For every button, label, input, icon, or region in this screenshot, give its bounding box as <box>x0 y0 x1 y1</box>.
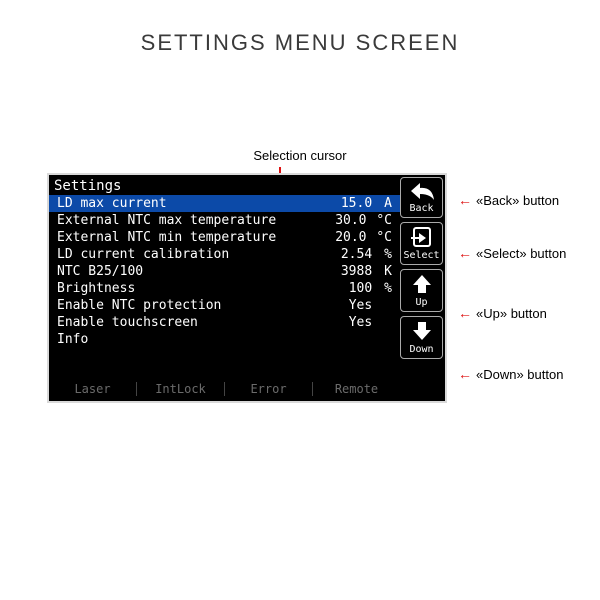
row-value <box>380 332 392 347</box>
screen-title: Settings <box>49 175 400 195</box>
settings-row[interactable]: Enable NTC protection Yes <box>49 297 400 314</box>
annot-down: ←«Down» button <box>458 366 563 382</box>
settings-row[interactable]: Info <box>49 331 400 348</box>
row-label: LD current calibration <box>57 247 229 262</box>
up-button[interactable]: Up <box>400 269 443 312</box>
arrow-left-icon: ← <box>458 366 472 382</box>
button-label: Up <box>415 297 427 308</box>
row-value: 20.0 °C <box>335 230 392 245</box>
down-icon <box>410 319 434 343</box>
down-button[interactable]: Down <box>400 316 443 359</box>
button-label: Down <box>409 344 433 355</box>
back-button[interactable]: Back <box>400 177 443 218</box>
annot-select: ←«Select» button <box>458 245 566 261</box>
status-bar: LaserIntLockErrorRemote <box>49 378 400 401</box>
row-value: Yes <box>349 315 392 330</box>
status-item: IntLock <box>137 382 225 396</box>
arrow-left-icon: ← <box>458 192 472 208</box>
settings-row[interactable]: Brightness 100 % <box>49 280 400 297</box>
annot-back: ←«Back» button <box>458 192 559 208</box>
row-value: 100 % <box>349 281 392 296</box>
button-label: Back <box>409 203 433 214</box>
button-label: Select <box>403 250 439 261</box>
status-item: Laser <box>49 382 137 396</box>
row-value: 3988 K <box>341 264 392 279</box>
row-label: Info <box>57 332 88 347</box>
device-screen: Settings LD max current15.0 AExternal NT… <box>47 173 447 403</box>
status-item: Remote <box>313 382 400 396</box>
back-icon <box>408 180 436 202</box>
row-label: LD max current <box>57 196 167 211</box>
arrow-left-icon: ← <box>458 305 472 321</box>
row-label: NTC B25/100 <box>57 264 143 279</box>
row-label: Brightness <box>57 281 135 296</box>
settings-row[interactable]: LD current calibration 2.54 % <box>49 246 400 263</box>
row-value: 30.0 °C <box>335 213 392 228</box>
row-label: Enable NTC protection <box>57 298 221 313</box>
cursor-label: Selection cursor <box>0 148 600 163</box>
select-button[interactable]: Select <box>400 222 443 265</box>
status-item: Error <box>225 382 313 396</box>
settings-row[interactable]: NTC B25/100 3988 K <box>49 263 400 280</box>
arrow-left-icon: ← <box>458 245 472 261</box>
select-icon <box>408 225 436 249</box>
annot-up: ←«Up» button <box>458 305 547 321</box>
row-value: 2.54 % <box>341 247 392 262</box>
row-label: External NTC min temperature <box>57 230 276 245</box>
settings-row[interactable]: External NTC min temperature 20.0 °C <box>49 229 400 246</box>
row-label: Enable touchscreen <box>57 315 198 330</box>
up-icon <box>410 272 434 296</box>
row-value: Yes <box>349 298 392 313</box>
row-label: External NTC max temperature <box>57 213 276 228</box>
row-value: 15.0 A <box>341 196 392 211</box>
page-title: SETTINGS MENU SCREEN <box>0 30 600 56</box>
settings-row[interactable]: Enable touchscreen Yes <box>49 314 400 331</box>
settings-list: LD max current15.0 AExternal NTC max tem… <box>49 195 400 378</box>
settings-row[interactable]: LD max current 15.0 A <box>49 195 400 212</box>
settings-row[interactable]: External NTC max temperature 30.0 °C <box>49 212 400 229</box>
